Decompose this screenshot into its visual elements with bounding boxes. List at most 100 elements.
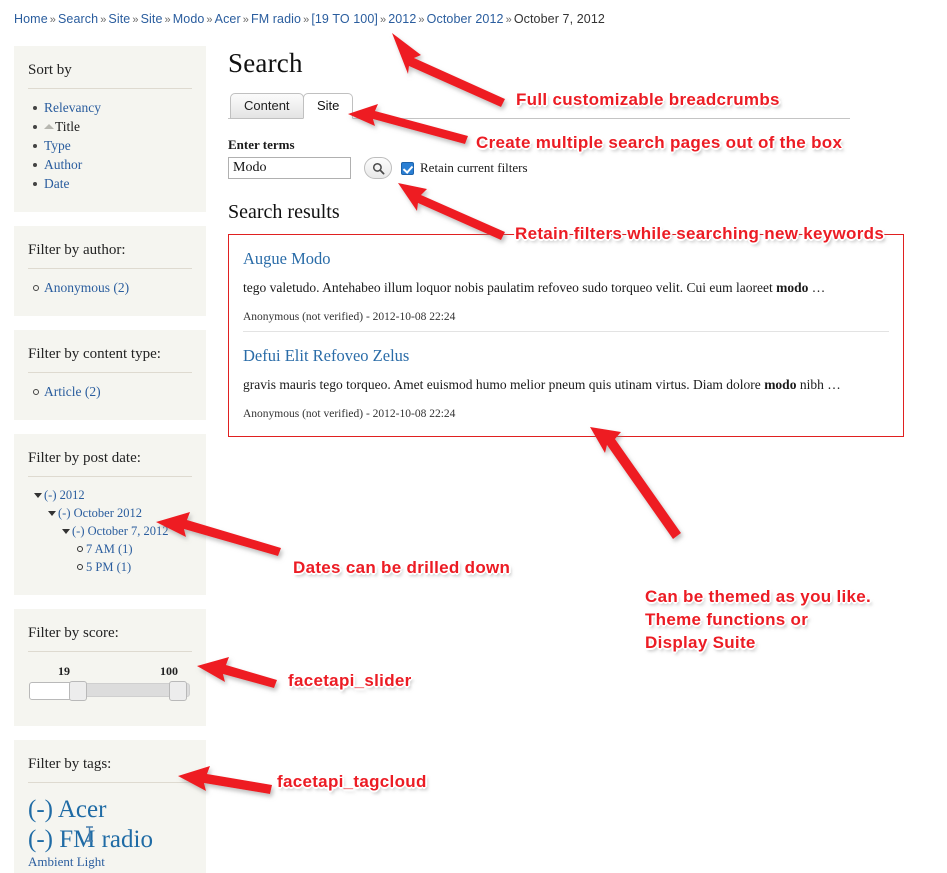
sort-option-label[interactable]: Author bbox=[44, 157, 82, 172]
annotation-retain-filters: Retain filters while searching new keywo… bbox=[515, 224, 885, 243]
sort-option-title[interactable]: Title bbox=[33, 118, 192, 136]
tag-acer[interactable]: (-) Acer bbox=[28, 795, 192, 825]
breadcrumb-separator: » bbox=[418, 14, 425, 26]
breadcrumb-separator: » bbox=[206, 14, 213, 26]
retain-filters-label: Retain current filters bbox=[420, 160, 528, 175]
arrow-to-results bbox=[590, 427, 681, 539]
breadcrumb-item-score-range[interactable]: [19 TO 100] bbox=[311, 12, 378, 26]
snippet-highlight: modo bbox=[764, 377, 797, 392]
date-facet-day-label[interactable]: (-) October 7, 2012 bbox=[72, 524, 169, 538]
page-title: Search bbox=[228, 48, 303, 78]
breadcrumb-separator: » bbox=[164, 14, 171, 26]
result-title-link[interactable]: Defui Elit Refoveo Zelus bbox=[243, 346, 409, 366]
snippet-pre: tego valetudo. Antehabeo illum loquor no… bbox=[243, 280, 777, 295]
sidebar-block-filter-content-type: Filter by content type: Article (2) bbox=[14, 330, 206, 420]
sidebar: Sort by Relevancy Title Type Author Date… bbox=[14, 46, 206, 873]
result-meta: Anonymous (not verified) - 2012-10-08 22… bbox=[243, 408, 456, 420]
breadcrumb-item-october-2012[interactable]: October 2012 bbox=[427, 12, 504, 26]
breadcrumb-item-site-1[interactable]: Site bbox=[108, 12, 130, 26]
score-slider-min-label: 19 bbox=[58, 664, 70, 678]
annotation-slider: facetapi_slider bbox=[288, 671, 412, 690]
sort-option-label[interactable]: Date bbox=[44, 176, 69, 191]
breadcrumb-item-2012[interactable]: 2012 bbox=[388, 12, 416, 26]
sort-option-date[interactable]: Date bbox=[33, 175, 192, 193]
sidebar-block-sort-by: Sort by Relevancy Title Type Author Date bbox=[14, 46, 206, 212]
date-facet-year[interactable]: (-) 2012 (-) October 2012 (-) October 7,… bbox=[34, 487, 192, 576]
sidebar-block-filter-post-date: Filter by post date: (-) 2012 (-) Octobe… bbox=[14, 434, 206, 595]
date-facet-hour-label[interactable]: 5 PM (1) bbox=[86, 560, 131, 574]
sort-option-type[interactable]: Type bbox=[33, 137, 192, 155]
search-result-item: Augue Modo tego valetudo. Antehabeo illu… bbox=[243, 245, 889, 331]
date-facet-month-label[interactable]: (-) October 2012 bbox=[58, 506, 142, 520]
breadcrumb-separator: » bbox=[505, 14, 512, 26]
date-facet-hour-list: 7 AM (1) 5 PM (1) bbox=[72, 541, 192, 576]
block-title-filter-content-type: Filter by content type: bbox=[28, 346, 192, 373]
breadcrumb-item-home[interactable]: Home bbox=[14, 12, 48, 26]
breadcrumb-separator: » bbox=[303, 14, 310, 26]
date-facet-year-label[interactable]: (-) 2012 bbox=[44, 488, 85, 502]
list-item[interactable]: Anonymous (2) bbox=[33, 279, 192, 297]
block-title-filter-author: Filter by author: bbox=[28, 242, 192, 269]
date-facet-hour-label[interactable]: 7 AM (1) bbox=[86, 542, 133, 556]
date-facet-hour[interactable]: 7 AM (1) bbox=[77, 541, 192, 558]
score-slider-track[interactable] bbox=[29, 681, 190, 701]
arrow-to-slider bbox=[197, 657, 277, 688]
date-facet-day-list: (-) October 7, 2012 7 AM (1) 5 PM (1) bbox=[58, 523, 192, 576]
tag-ambient-light[interactable]: Ambient Light bbox=[28, 854, 192, 869]
sort-option-label[interactable]: Type bbox=[44, 138, 71, 153]
breadcrumb-item-search[interactable]: Search bbox=[58, 12, 98, 26]
annotation-tagcloud: facetapi_tagcloud bbox=[277, 772, 427, 791]
breadcrumb-separator: » bbox=[100, 14, 107, 26]
block-title-filter-post-date: Filter by post date: bbox=[28, 450, 192, 477]
score-slider[interactable]: 19 100 bbox=[28, 662, 192, 708]
retain-filters-checkbox[interactable] bbox=[401, 161, 414, 175]
post-date-facet-tree: (-) 2012 (-) October 2012 (-) October 7,… bbox=[28, 487, 192, 576]
annotation-search-pages: Create multiple search pages out of the … bbox=[476, 133, 843, 152]
content-type-facet-list: Article (2) bbox=[28, 383, 192, 401]
sidebar-block-filter-tags: Filter by tags: (-) Acer (-) FM radio Am… bbox=[14, 740, 206, 873]
block-title-sort-by: Sort by bbox=[28, 62, 192, 89]
date-facet-month[interactable]: (-) October 2012 (-) October 7, 2012 7 A… bbox=[48, 505, 192, 576]
result-meta: Anonymous (not verified) - 2012-10-08 22… bbox=[243, 311, 456, 323]
snippet-post: nibh … bbox=[796, 377, 841, 392]
tab-site[interactable]: Site bbox=[303, 93, 354, 119]
score-slider-handle-min[interactable] bbox=[69, 681, 87, 701]
breadcrumb-separator: » bbox=[49, 14, 56, 26]
score-slider-handle-max[interactable] bbox=[169, 681, 187, 701]
date-facet-month-list: (-) October 2012 (-) October 7, 2012 7 A… bbox=[44, 505, 192, 576]
result-snippet: gravis mauris tego torqueo. Amet euismod… bbox=[243, 375, 858, 394]
breadcrumb-separator: » bbox=[242, 14, 249, 26]
sidebar-block-filter-author: Filter by author: Anonymous (2) bbox=[14, 226, 206, 316]
result-title-link[interactable]: Augue Modo bbox=[243, 249, 331, 269]
block-title-filter-tags: Filter by tags: bbox=[28, 756, 192, 783]
search-input[interactable] bbox=[228, 157, 351, 179]
annotation-breadcrumbs: Full customizable breadcrumbs bbox=[516, 90, 780, 109]
date-facet-hour[interactable]: 5 PM (1) bbox=[77, 559, 192, 576]
sidebar-block-filter-score: Filter by score: 19 100 bbox=[14, 609, 206, 726]
text-cursor-icon bbox=[86, 826, 93, 842]
breadcrumb-item-acer[interactable]: Acer bbox=[215, 12, 241, 26]
breadcrumb: Home» Search» Site» Site» Modo» Acer» FM radio… bbox=[14, 12, 605, 26]
search-submit-button[interactable] bbox=[364, 157, 392, 179]
score-slider-value-box[interactable] bbox=[29, 682, 73, 700]
date-facet-day[interactable]: (-) October 7, 2012 7 AM (1) 5 PM (1) bbox=[62, 523, 192, 576]
breadcrumb-item-fm-radio[interactable]: FM radio bbox=[251, 12, 301, 26]
tag-fm-radio[interactable]: (-) FM radio bbox=[28, 825, 192, 855]
sort-option-relevancy[interactable]: Relevancy bbox=[33, 99, 192, 117]
content-type-facet-article[interactable]: Article (2) bbox=[44, 384, 101, 399]
block-title-filter-score: Filter by score: bbox=[28, 625, 192, 652]
breadcrumb-item-site-2[interactable]: Site bbox=[141, 12, 163, 26]
annotation-dates: Dates can be drilled down bbox=[293, 558, 511, 577]
list-item[interactable]: Article (2) bbox=[33, 383, 192, 401]
search-results-list: Augue Modo tego valetudo. Antehabeo illu… bbox=[228, 234, 904, 437]
tab-content[interactable]: Content bbox=[230, 93, 304, 119]
author-facet-anonymous[interactable]: Anonymous (2) bbox=[44, 280, 129, 295]
sort-option-label[interactable]: Relevancy bbox=[44, 100, 101, 115]
breadcrumb-item-modo[interactable]: Modo bbox=[173, 12, 205, 26]
search-form-row: Retain current filters bbox=[228, 157, 928, 179]
sort-option-author[interactable]: Author bbox=[33, 156, 192, 174]
sort-option-label: Title bbox=[55, 119, 81, 134]
snippet-post: … bbox=[808, 280, 826, 295]
score-slider-labels: 19 100 bbox=[30, 664, 190, 680]
search-results-heading: Search results bbox=[228, 201, 340, 223]
